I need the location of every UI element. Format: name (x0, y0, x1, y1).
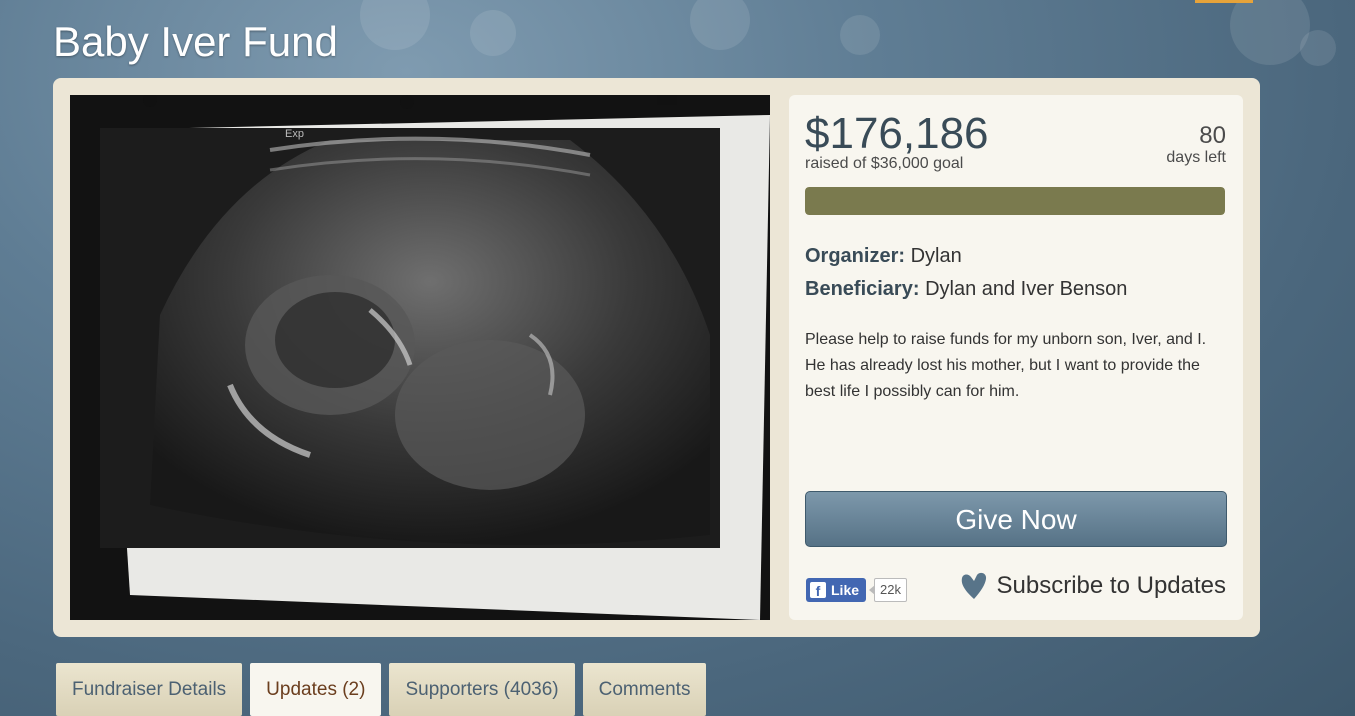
top-accent-bar (1195, 0, 1253, 3)
beneficiary-row: Beneficiary: Dylan and Iver Benson (805, 278, 1127, 301)
campaign-description: Please help to raise funds for my unborn… (805, 331, 1207, 400)
days-left-number: 80 (1199, 122, 1226, 149)
bokeh-dot (360, 0, 430, 50)
progress-bar (805, 187, 1225, 215)
page-title: Baby Iver Fund (53, 18, 338, 65)
info-card: $176,186 raised of $36,000 goal 80 days … (789, 95, 1243, 620)
amount-raised: $176,186 (805, 109, 989, 158)
ultrasound-photo: Exp (70, 95, 770, 620)
bokeh-dot (690, 0, 750, 50)
subscribe-link[interactable]: Subscribe to Updates (959, 571, 1226, 601)
facebook-like-button[interactable]: f Like (806, 578, 866, 602)
organizer-name: Dylan (910, 245, 962, 267)
facebook-like-count: 22k (869, 578, 907, 602)
beneficiary-name: Dylan and Iver Benson (925, 278, 1128, 300)
bokeh-dot (840, 15, 880, 55)
subscribe-label: Subscribe to Updates (996, 572, 1226, 599)
organizer-label: Organizer: (805, 245, 906, 267)
tab-fundraiser-details[interactable]: Fundraiser Details (56, 663, 243, 716)
give-now-button[interactable]: Give Now (805, 491, 1227, 547)
days-left-label: days left (1166, 149, 1226, 166)
ultrasound-label: Exp (285, 128, 304, 140)
organizer-row: Organizer: Dylan (805, 245, 962, 268)
progress-fill (805, 187, 1225, 215)
tab-bar: Fundraiser Details Updates (2) Supporter… (56, 663, 707, 716)
tab-comments[interactable]: Comments (582, 663, 707, 716)
bokeh-dot (1300, 30, 1336, 66)
tab-updates[interactable]: Updates (2) (250, 663, 382, 716)
beneficiary-label: Beneficiary: (805, 278, 920, 300)
bokeh-dot (470, 10, 516, 56)
facebook-like-label: Like (831, 582, 860, 598)
tab-supporters[interactable]: Supporters (4036) (389, 663, 575, 716)
goal-text: raised of $36,000 goal (805, 155, 964, 172)
campaign-panel: Exp $176,186 raised of $36,000 goal 80 d… (53, 78, 1260, 637)
bokeh-dot (1230, 0, 1310, 65)
facebook-icon: f (810, 582, 826, 599)
ultrasound-image: Exp (70, 95, 770, 620)
heart-icon (961, 572, 986, 599)
